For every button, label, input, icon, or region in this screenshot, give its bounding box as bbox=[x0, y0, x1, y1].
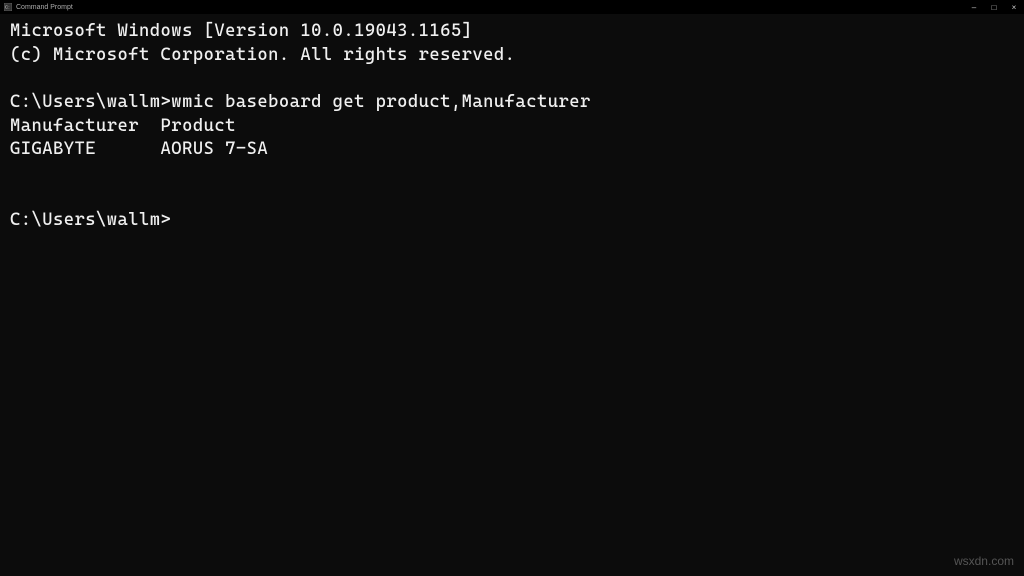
watermark: wsxdn.com bbox=[954, 554, 1014, 568]
terminal-line: (c) Microsoft Corporation. All rights re… bbox=[10, 44, 1014, 68]
svg-text:C:: C: bbox=[5, 5, 10, 11]
close-button[interactable]: × bbox=[1008, 2, 1020, 12]
terminal-line bbox=[10, 185, 1014, 209]
terminal-line bbox=[10, 162, 1014, 186]
terminal-line: Microsoft Windows [Version 10.0.19043.11… bbox=[10, 20, 1014, 44]
terminal-line: C:\Users\wallm>wmic baseboard get produc… bbox=[10, 91, 1014, 115]
terminal-line: Manufacturer Product bbox=[10, 115, 1014, 139]
terminal-output[interactable]: Microsoft Windows [Version 10.0.19043.11… bbox=[0, 14, 1024, 239]
cmd-icon: C: bbox=[4, 3, 12, 11]
minimize-button[interactable]: – bbox=[968, 2, 980, 12]
terminal-prompt: C:\Users\wallm> bbox=[10, 209, 1014, 233]
window-titlebar: C: Command Prompt – □ × bbox=[0, 0, 1024, 14]
terminal-line bbox=[10, 67, 1014, 91]
window-title: Command Prompt bbox=[16, 4, 73, 11]
maximize-button[interactable]: □ bbox=[988, 2, 1000, 12]
titlebar-left: C: Command Prompt bbox=[4, 3, 73, 11]
window-controls: – □ × bbox=[968, 2, 1020, 12]
terminal-line: GIGABYTE AORUS 7-SA bbox=[10, 138, 1014, 162]
